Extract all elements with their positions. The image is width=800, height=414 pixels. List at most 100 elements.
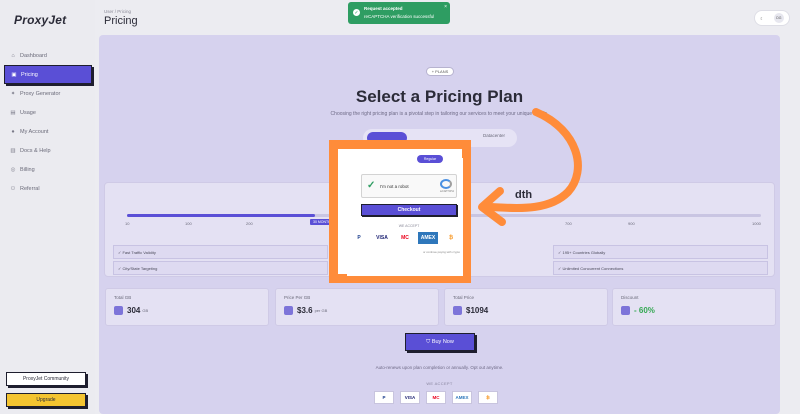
feature-label: Fast Traffic Validity bbox=[122, 249, 156, 255]
captcha-label: I'm not a robot bbox=[380, 184, 409, 189]
database-icon bbox=[114, 306, 123, 315]
crypto-note: or continue paying with crypto bbox=[423, 250, 461, 254]
pricing-subtitle: Choosing the right pricing plan is a piv… bbox=[330, 111, 549, 117]
sidebar-item-label: Referral bbox=[20, 185, 40, 192]
stat-value: - 60% bbox=[621, 306, 655, 315]
recaptcha-widget[interactable]: ✓ I'm not a robot reCAPTCHA bbox=[361, 174, 457, 198]
checkout-modal: Regular ✓ I'm not a robot reCAPTCHA Chec… bbox=[347, 155, 465, 276]
stat-total-price: Total Price $1094 bbox=[444, 288, 608, 326]
sidebar-item-proxy-generator[interactable]: ✦ Proxy Generator bbox=[4, 84, 92, 103]
percent-icon bbox=[621, 306, 630, 315]
feature-label: City/State Targeting bbox=[122, 265, 158, 271]
feature-item: ✓ Unlimited Concurrent Connections bbox=[553, 261, 768, 275]
checkmark-icon: ✓ bbox=[367, 180, 376, 191]
checkout-payment-methods: P VISA MC AMEX ₿ bbox=[349, 232, 461, 244]
amex-icon[interactable]: AMEX bbox=[418, 232, 438, 244]
user-menu[interactable]: ☾ DG bbox=[754, 10, 790, 26]
slider-tick: 100 bbox=[185, 221, 192, 226]
buy-now-button[interactable]: ⛉ Buy Now bbox=[405, 333, 475, 351]
paypal-icon: P bbox=[374, 391, 394, 404]
stat-label: Total Price bbox=[453, 295, 475, 300]
sidebar-item-pricing[interactable]: ▣ Pricing bbox=[4, 65, 92, 84]
price-tag-icon bbox=[284, 306, 293, 315]
sidebar: ProxyJet ⌂ Dashboard ▣ Pricing ✦ Proxy Gene… bbox=[0, 0, 95, 414]
slider-tick: 700 bbox=[565, 221, 572, 226]
buy-now-label: Buy Now bbox=[431, 339, 454, 345]
mastercard-icon[interactable]: MC bbox=[395, 232, 415, 244]
stat-total-gb: Total GB 304 GB bbox=[105, 288, 269, 326]
toast-message: reCAPTCHA verification successful bbox=[364, 14, 435, 19]
feature-item: ✓ Fast Traffic Validity bbox=[113, 245, 328, 259]
pricing-headline: Select a Pricing Plan bbox=[355, 87, 524, 106]
receipt-icon bbox=[453, 306, 462, 315]
modal-tabs: Regular bbox=[347, 155, 465, 164]
stat-number: $1094 bbox=[466, 306, 489, 315]
chart-icon: ▤ bbox=[10, 109, 16, 116]
bitcoin-icon[interactable]: ₿ bbox=[441, 232, 461, 244]
stat-value: 304 GB bbox=[114, 306, 148, 315]
feature-label: 195+ Countries Globally bbox=[562, 249, 606, 255]
stat-discount: Discount - 60% bbox=[612, 288, 776, 326]
stat-unit: GB bbox=[142, 308, 149, 313]
stat-price-per-gb: Price Per GB $3.6 per GB bbox=[275, 288, 439, 326]
mastercard-icon: MC bbox=[426, 391, 446, 404]
checkout-button[interactable]: Checkout bbox=[361, 204, 457, 216]
slider-fill bbox=[127, 214, 315, 217]
stat-unit: per GB bbox=[314, 308, 328, 313]
card-icon: ◎ bbox=[10, 166, 16, 173]
upgrade-label: Upgrade bbox=[36, 397, 56, 403]
avatar: DG bbox=[773, 13, 784, 23]
breadcrumb: User / Pricing bbox=[104, 9, 132, 14]
tab-regular[interactable]: Regular bbox=[417, 155, 443, 163]
sidebar-item-my-account[interactable]: ● My Account bbox=[4, 122, 92, 141]
bitcoin-icon: ₿ bbox=[478, 391, 498, 404]
page-title: Pricing bbox=[104, 15, 138, 27]
people-icon: ⚇ bbox=[10, 185, 16, 192]
payment-methods: P VISA MC AMEX ₿ bbox=[374, 391, 498, 404]
slider-tick: 900 bbox=[628, 221, 635, 226]
paypal-icon[interactable]: P bbox=[349, 232, 369, 244]
toast-title: Request accepted bbox=[364, 6, 403, 11]
sidebar-item-label: Usage bbox=[20, 109, 36, 116]
stat-number: - 60% bbox=[634, 306, 655, 315]
sidebar-item-referral[interactable]: ⚇ Referral bbox=[4, 179, 92, 198]
stat-number: 304 bbox=[127, 306, 141, 315]
recaptcha-logo-icon bbox=[440, 179, 452, 189]
home-icon: ⌂ bbox=[11, 52, 15, 59]
visa-icon[interactable]: VISA bbox=[372, 232, 392, 244]
stat-value: $3.6 per GB bbox=[284, 306, 327, 315]
moon-icon: ☾ bbox=[760, 15, 764, 21]
check-circle-icon: ✓ bbox=[353, 9, 360, 16]
slider-tick: 1000 bbox=[752, 221, 761, 226]
visa-icon: VISA bbox=[400, 391, 420, 404]
sidebar-item-billing[interactable]: ◎ Billing bbox=[4, 160, 92, 179]
logo: ProxyJet bbox=[14, 13, 67, 27]
sidebar-item-label: Billing bbox=[20, 166, 35, 173]
sidebar-item-label: Docs & Help bbox=[20, 147, 51, 154]
checkout-highlight: Regular ✓ I'm not a robot reCAPTCHA Chec… bbox=[329, 140, 471, 283]
stat-value: $1094 bbox=[453, 306, 488, 315]
close-icon[interactable]: × bbox=[444, 4, 447, 10]
feature-item: ✓ City/State Targeting bbox=[113, 261, 328, 275]
book-icon: ▥ bbox=[10, 147, 16, 154]
feature-item: ✓ 195+ Countries Globally bbox=[553, 245, 768, 259]
toggle-option-datacenter[interactable]: Datacenter bbox=[483, 133, 505, 138]
sidebar-nav: ⌂ Dashboard ▣ Pricing ✦ Proxy Generator ▤ Us… bbox=[4, 46, 92, 198]
community-label: ProxyJet Community bbox=[22, 376, 70, 382]
sidebar-item-usage[interactable]: ▤ Usage bbox=[4, 103, 92, 122]
stat-label: Discount bbox=[621, 295, 639, 300]
upgrade-button[interactable]: Upgrade bbox=[6, 393, 86, 407]
success-toast: ✓ Request accepted reCAPTCHA verificatio… bbox=[348, 2, 450, 24]
sidebar-item-label: Dashboard bbox=[20, 52, 47, 59]
amex-icon: AMEX bbox=[452, 391, 472, 404]
renew-note: Auto-renews upon plan completion or annu… bbox=[375, 365, 504, 370]
we-accept-label: WE ACCEPT bbox=[398, 224, 420, 228]
plans-badge: + PLANS bbox=[426, 67, 454, 76]
feature-label: Unlimited Concurrent Connections bbox=[562, 265, 624, 271]
sidebar-item-dashboard[interactable]: ⌂ Dashboard bbox=[4, 46, 92, 65]
tag-icon: ▣ bbox=[11, 71, 17, 78]
community-button[interactable]: ProxyJet Community bbox=[6, 372, 86, 386]
sidebar-item-label: Pricing bbox=[21, 71, 38, 78]
sidebar-item-docs[interactable]: ▥ Docs & Help bbox=[4, 141, 92, 160]
wand-icon: ✦ bbox=[10, 90, 16, 97]
